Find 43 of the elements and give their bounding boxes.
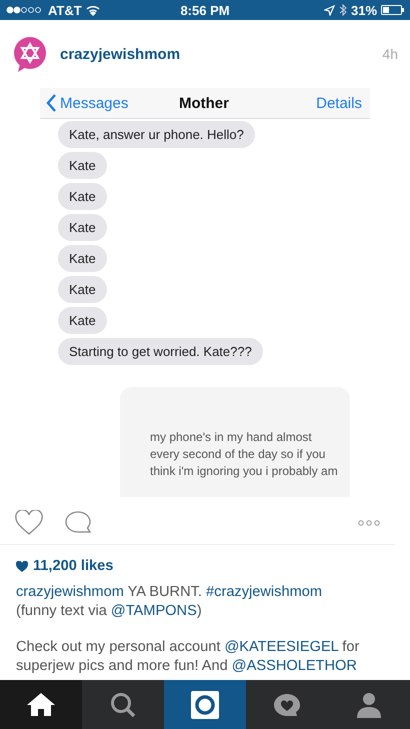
- likes-count[interactable]: 11,200 likes: [33, 557, 114, 576]
- clock: 8:56 PM: [180, 2, 230, 18]
- heart-icon: [16, 561, 28, 572]
- post-age: 4h: [382, 46, 398, 62]
- signal-icon: [6, 5, 44, 15]
- received-message-bubble: Kate: [58, 307, 107, 334]
- home-icon: [26, 692, 56, 717]
- avatar-icon: [12, 36, 48, 72]
- battery-percent: 31%: [350, 2, 378, 18]
- received-message-bubble: Starting to get worried. Kate???: [58, 338, 263, 365]
- back-chevron-icon: [46, 94, 57, 112]
- mention-link[interactable]: @KATEESIEGEL: [224, 639, 338, 655]
- mention-link[interactable]: @TAMPONS: [110, 603, 197, 619]
- mention-link[interactable]: crazyjewishmom: [16, 584, 124, 600]
- carrier-label: AT&T: [48, 2, 82, 18]
- received-message-bubble: Kate, answer ur phone. Hello?: [58, 121, 255, 148]
- camera-icon: [190, 690, 220, 720]
- wifi-icon: [86, 4, 100, 16]
- tab-button[interactable]: [164, 680, 246, 729]
- sent-message-bubble: my phone's in my hand almost every second of the day so if you think i'm ignoring you i probably am: [120, 387, 350, 497]
- received-message-bubble: Kate: [58, 245, 107, 272]
- speech-heart-icon: [273, 692, 301, 716]
- back-link[interactable]: Messages: [60, 94, 128, 112]
- received-message-bubble: Kate: [58, 183, 107, 210]
- heart-icon: [15, 510, 43, 535]
- tab-button[interactable]: [0, 680, 82, 729]
- comment-icon: [65, 511, 92, 534]
- details-link[interactable]: Details: [256, 94, 362, 112]
- mention-link[interactable]: @ASSHOLETHOR: [232, 658, 357, 674]
- mention-link[interactable]: #crazyjewishmom: [206, 584, 322, 600]
- more-options-icon: [358, 520, 380, 526]
- caption-text: crazyjewishmom YA BURNT. #crazyjewishmom (funny text via @TAMPONS): [16, 583, 324, 621]
- received-message-bubble: Kate: [58, 152, 107, 179]
- received-message-bubble: Kate: [58, 276, 107, 303]
- bluetooth-icon: [338, 4, 347, 16]
- person-icon: [357, 692, 381, 718]
- search-icon: [110, 692, 136, 718]
- battery-icon: [381, 5, 404, 15]
- received-message-bubble: Kate: [58, 214, 107, 241]
- conversation-title: Mother: [178, 94, 230, 112]
- username-link[interactable]: crazyjewishmom: [60, 46, 370, 62]
- caption-text: Check out my personal account @KATEESIEGEL for superjew pics and more fun! And @ASSHOLETHOR: [16, 638, 360, 676]
- location-icon: [324, 4, 335, 16]
